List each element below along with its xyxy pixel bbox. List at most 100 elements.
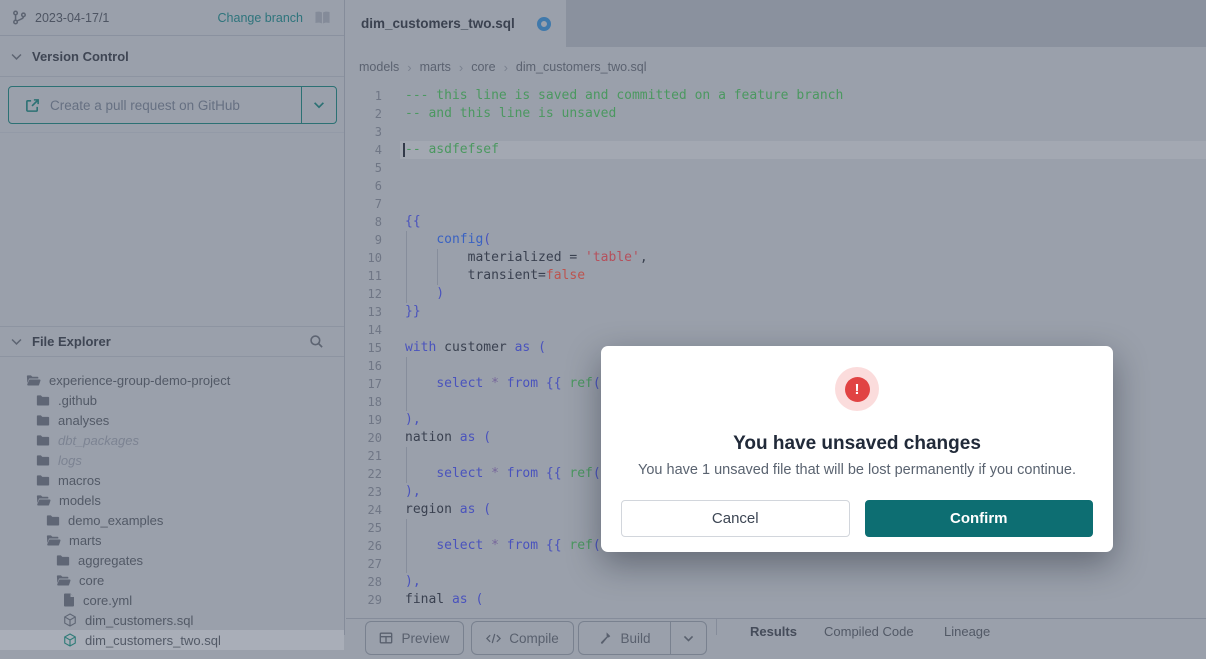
breadcrumb-item[interactable]: core	[471, 60, 495, 74]
compile-label: Compile	[509, 631, 559, 646]
breadcrumb-item[interactable]: marts	[420, 60, 451, 74]
file-tree-item[interactable]: dbt_packages	[0, 430, 344, 450]
tab-lineage[interactable]: Lineage	[944, 624, 990, 639]
code-line[interactable]	[405, 321, 1206, 339]
file-tree-item[interactable]: macros	[0, 470, 344, 490]
file-tree-item[interactable]: dim_customers_two.sql	[0, 630, 344, 650]
code-line[interactable]: -- and this line is unsaved	[405, 105, 1206, 123]
folder-icon	[56, 554, 70, 567]
unsaved-indicator-dot	[537, 17, 551, 31]
file-tree-item-label: dbt_packages	[58, 433, 139, 448]
line-number: 9	[346, 231, 382, 249]
folder-open-icon	[56, 574, 71, 587]
create-pull-request-label: Create a pull request on GitHub	[50, 98, 240, 113]
sidebar: 2023-04-17/1 Change branch Version Contr…	[0, 0, 345, 635]
line-number: 18	[346, 393, 382, 411]
line-number: 17	[346, 375, 382, 393]
preview-button[interactable]: Preview	[365, 621, 464, 655]
folder-open-icon	[36, 494, 51, 507]
change-branch-link[interactable]: Change branch	[218, 11, 303, 25]
line-number: 20	[346, 429, 382, 447]
chevron-down-icon	[10, 335, 23, 348]
code-icon	[486, 632, 501, 645]
breadcrumb-item[interactable]: models	[359, 60, 399, 74]
alert-icon-halo: !	[835, 367, 879, 411]
file-tree-item[interactable]: logs	[0, 450, 344, 470]
code-line[interactable]: --- this line is saved and committed on …	[405, 87, 1206, 105]
modal-title: You have unsaved changes	[621, 433, 1093, 455]
code-line[interactable]: config(	[405, 231, 1206, 249]
code-line[interactable]: {{	[405, 213, 1206, 231]
build-button[interactable]: Build	[579, 622, 670, 654]
file-tree-item[interactable]: demo_examples	[0, 510, 344, 530]
file-tree-item[interactable]: experience-group-demo-project	[0, 370, 344, 390]
code-line[interactable]	[405, 555, 1206, 573]
file-tree-item-label: marts	[69, 533, 102, 548]
folder-icon	[36, 394, 50, 407]
docs-book-icon[interactable]	[313, 10, 332, 26]
indent-guide	[406, 357, 407, 411]
line-number: 7	[346, 195, 382, 213]
preview-label: Preview	[401, 631, 449, 646]
indent-guide	[406, 231, 407, 303]
file-tree-item[interactable]: analyses	[0, 410, 344, 430]
line-number: 14	[346, 321, 382, 339]
file-tree-item-label: macros	[58, 473, 101, 488]
file-tree-item[interactable]: core.yml	[0, 590, 344, 610]
code-line[interactable]: -- asdfefsef	[405, 141, 1206, 159]
cancel-button[interactable]: Cancel	[621, 500, 850, 537]
code-line[interactable]	[405, 177, 1206, 195]
tab-dim-customers-two[interactable]: dim_customers_two.sql	[346, 0, 566, 47]
file-tree-item-label: demo_examples	[68, 513, 163, 528]
folder-icon	[36, 414, 50, 427]
code-line[interactable]	[405, 159, 1206, 177]
code-line[interactable]	[405, 195, 1206, 213]
breadcrumb-separator: ›	[459, 60, 463, 75]
breadcrumb-item[interactable]: dim_customers_two.sql	[516, 60, 647, 74]
file-tree-item[interactable]: models	[0, 490, 344, 510]
version-control-header[interactable]: Version Control	[0, 37, 344, 77]
file-tree-item[interactable]: marts	[0, 530, 344, 550]
compile-button[interactable]: Compile	[471, 621, 574, 655]
code-line[interactable]: transient=false	[405, 267, 1206, 285]
tab-compiled-code[interactable]: Compiled Code	[824, 624, 914, 639]
search-icon[interactable]	[309, 334, 324, 349]
build-dropdown-caret[interactable]	[670, 622, 706, 654]
file-tree-item-label: analyses	[58, 413, 109, 428]
line-number: 13	[346, 303, 382, 321]
code-line[interactable]: )	[405, 285, 1206, 303]
tab-label: dim_customers_two.sql	[361, 16, 515, 31]
code-line[interactable]: ),	[405, 573, 1206, 591]
code-line[interactable]: materialized = 'table',	[405, 249, 1206, 267]
file-tree-item[interactable]: aggregates	[0, 550, 344, 570]
version-control-title: Version Control	[32, 49, 129, 64]
file-tree-item[interactable]: .github	[0, 390, 344, 410]
line-number: 11	[346, 267, 382, 285]
breadcrumb: models›marts›core›dim_customers_two.sql	[346, 47, 1206, 87]
line-number: 12	[346, 285, 382, 303]
line-number: 27	[346, 555, 382, 573]
code-line[interactable]: }}	[405, 303, 1206, 321]
indent-guide	[437, 249, 438, 285]
file-tree-item[interactable]: core	[0, 570, 344, 590]
breadcrumb-separator: ›	[504, 60, 508, 75]
external-link-icon	[25, 98, 40, 113]
hammer-icon	[598, 631, 612, 645]
file-tree-item[interactable]: dim_customers.sql	[0, 610, 344, 630]
modal-actions: Cancel Confirm	[621, 500, 1093, 537]
bottom-toolbar: Preview Compile Build	[346, 619, 1206, 659]
file-tree-item-label: models	[59, 493, 101, 508]
confirm-button[interactable]: Confirm	[865, 500, 1094, 537]
table-icon	[379, 631, 393, 645]
file-explorer-header[interactable]: File Explorer	[0, 326, 344, 357]
line-number: 19	[346, 411, 382, 429]
code-line[interactable]: final as (	[405, 591, 1206, 609]
file-tree-item-label: logs	[58, 453, 82, 468]
indent-guide	[406, 447, 407, 483]
create-pull-request-button[interactable]: Create a pull request on GitHub	[8, 86, 337, 124]
tab-results[interactable]: Results	[750, 624, 797, 639]
pr-dropdown-caret[interactable]	[301, 87, 336, 123]
line-number: 24	[346, 501, 382, 519]
folder-icon	[36, 474, 50, 487]
code-line[interactable]	[405, 123, 1206, 141]
